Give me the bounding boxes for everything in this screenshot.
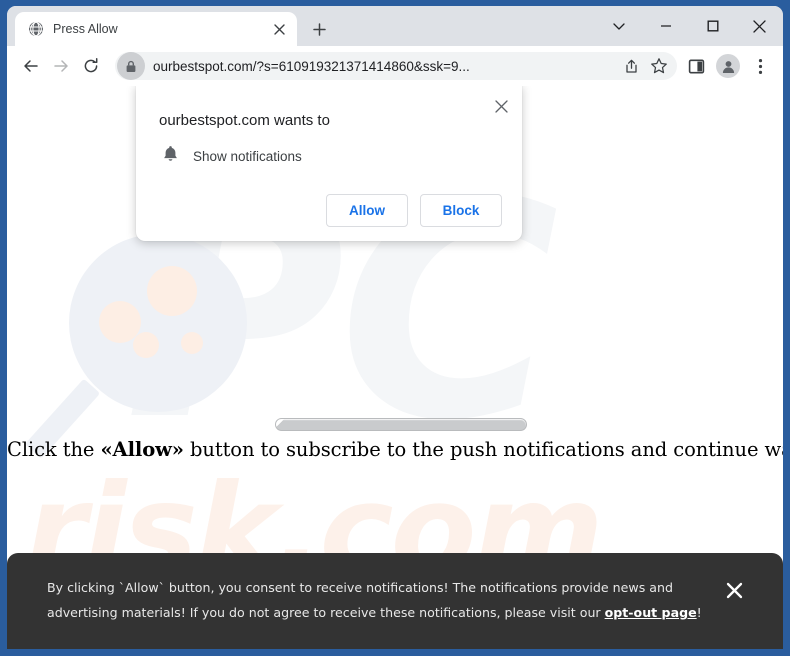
allow-button[interactable]: Allow — [326, 194, 408, 227]
side-panel-icon[interactable] — [681, 51, 711, 81]
block-button[interactable]: Block — [420, 194, 502, 227]
tab-title: Press Allow — [53, 22, 118, 36]
consent-banner-close-icon[interactable] — [717, 573, 751, 607]
dialog-title: ourbestspot.com wants to — [159, 112, 330, 129]
watermark-dot — [147, 266, 197, 316]
tab-search-button[interactable] — [595, 7, 642, 45]
globe-icon — [27, 21, 44, 38]
three-dot-menu-icon[interactable] — [745, 51, 775, 81]
notification-permission-dialog: ourbestspot.com wants to Show notificati… — [136, 86, 522, 241]
dialog-permission-row: Show notifications — [154, 129, 504, 168]
dialog-permission-label: Show notifications — [193, 149, 302, 164]
consent-text-before-link: By clicking `Allow` button, you consent … — [47, 580, 673, 620]
consent-text-after-link: ! — [696, 605, 702, 620]
watermark-dot — [99, 301, 141, 343]
browser-tab[interactable]: Press Allow — [15, 12, 297, 46]
forward-button[interactable] — [47, 52, 75, 80]
omnibox-actions — [617, 52, 673, 80]
consent-banner-text: By clicking `Allow` button, you consent … — [47, 576, 717, 625]
address-bar[interactable]: ourbestspot.com/?s=610919321371414860&ss… — [115, 52, 677, 80]
star-icon[interactable] — [645, 52, 673, 80]
tab-close-icon[interactable] — [269, 19, 289, 39]
browser-window-frame: Press Allow ourbestspot.com/?s=610919321… — [0, 0, 790, 656]
watermark-dot — [133, 332, 159, 358]
reload-button[interactable] — [77, 52, 105, 80]
progress-bar — [275, 418, 527, 431]
share-icon[interactable] — [617, 52, 645, 80]
profile-button[interactable] — [713, 51, 743, 81]
page-viewport: PC risk.com Click the «Allow» button to … — [7, 86, 783, 649]
watermark-dot — [181, 332, 203, 354]
browser-chrome: Press Allow ourbestspot.com/?s=610919321… — [7, 6, 783, 649]
browser-toolbar: ourbestspot.com/?s=610919321371414860&ss… — [7, 46, 783, 86]
headline-suffix: button to subscribe to the push notifica… — [189, 438, 783, 461]
tab-strip: Press Allow — [7, 6, 783, 46]
lock-icon[interactable] — [117, 52, 145, 80]
dialog-close-icon[interactable] — [488, 93, 514, 119]
headline-emphasis: «Allow» — [100, 438, 184, 461]
minimize-button[interactable] — [642, 7, 689, 45]
maximize-button[interactable] — [689, 7, 736, 45]
dialog-buttons: Allow Block — [154, 168, 504, 227]
back-button[interactable] — [17, 52, 45, 80]
avatar — [716, 54, 740, 78]
headline-prefix: Click the — [7, 438, 101, 461]
magnifier-icon — [69, 234, 247, 412]
window-controls — [595, 6, 783, 46]
new-tab-button[interactable] — [305, 15, 333, 43]
opt-out-page-link[interactable]: opt-out page — [605, 605, 697, 620]
close-window-button[interactable] — [736, 7, 783, 45]
bell-icon — [162, 145, 179, 168]
consent-banner: By clicking `Allow` button, you consent … — [7, 553, 783, 649]
url-text: ourbestspot.com/?s=610919321371414860&ss… — [153, 58, 470, 74]
page-headline: Click the «Allow» button to subscribe to… — [7, 438, 783, 461]
